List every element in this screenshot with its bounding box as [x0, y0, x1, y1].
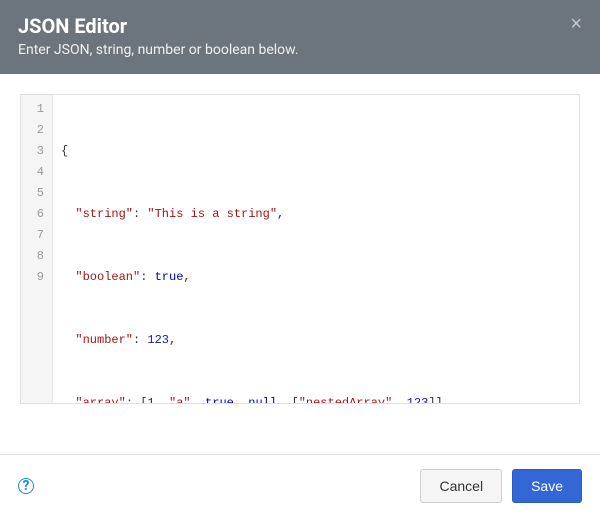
- dialog-body: 1 2 3 4 5 6 7 8 9 { "string": "This is a…: [0, 74, 600, 454]
- line-number: 6: [33, 204, 44, 225]
- close-button[interactable]: ×: [566, 10, 586, 38]
- line-number: 5: [33, 183, 44, 204]
- dialog-footer: ? Cancel Save: [0, 454, 600, 517]
- dialog-header: JSON Editor Enter JSON, string, number o…: [0, 0, 600, 74]
- line-number-gutter: 1 2 3 4 5 6 7 8 9: [21, 95, 53, 403]
- save-button[interactable]: Save: [512, 469, 582, 503]
- line-number: 9: [33, 267, 44, 288]
- dialog-subtitle: Enter JSON, string, number or boolean be…: [18, 42, 582, 58]
- cancel-button[interactable]: Cancel: [420, 469, 502, 503]
- code-line: {: [61, 141, 571, 162]
- json-editor[interactable]: 1 2 3 4 5 6 7 8 9 { "string": "This is a…: [20, 94, 580, 404]
- line-number: 4: [33, 162, 44, 183]
- help-icon[interactable]: ?: [18, 478, 34, 494]
- line-number: 2: [33, 120, 44, 141]
- line-number: 1: [33, 99, 44, 120]
- code-area[interactable]: { "string": "This is a string", "boolean…: [53, 95, 579, 403]
- code-line: "array": [1, "a", true, null, ["nestedAr…: [61, 393, 571, 403]
- line-number: 8: [33, 246, 44, 267]
- dialog-title: JSON Editor: [18, 14, 582, 38]
- close-icon: ×: [570, 13, 582, 35]
- code-line: "string": "This is a string",: [61, 204, 571, 225]
- line-number: 7: [33, 225, 44, 246]
- line-number: 3: [33, 141, 44, 162]
- code-line: "boolean": true,: [61, 267, 571, 288]
- code-line: "number": 123,: [61, 330, 571, 351]
